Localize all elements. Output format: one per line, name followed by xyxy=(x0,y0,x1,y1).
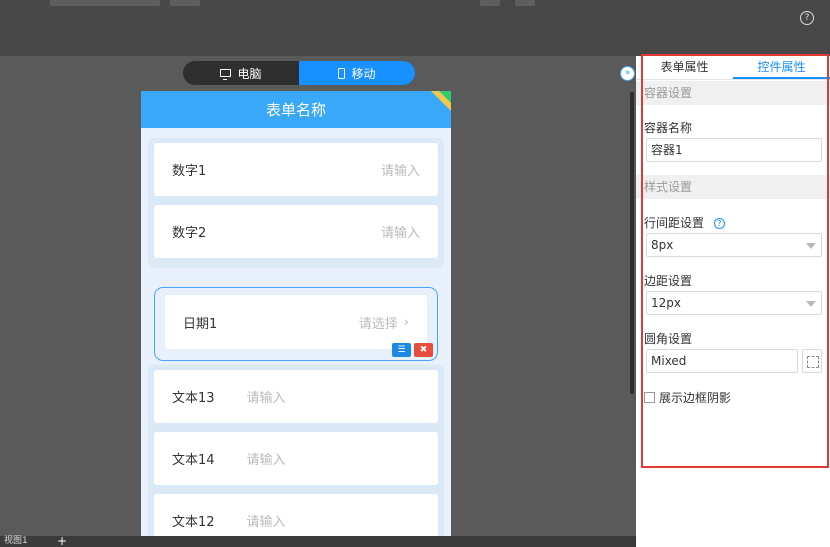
form-title: 表单名称 xyxy=(265,101,326,119)
margin-select[interactable]: 12px xyxy=(646,291,822,315)
toolbar-ghost-control[interactable] xyxy=(170,0,200,6)
form-container[interactable]: 数字1 请输入 数字2 请输入 xyxy=(148,138,444,268)
toolbar-ghost-control[interactable] xyxy=(480,0,500,6)
panel-tabs: 表单属性 控件属性 xyxy=(636,56,830,80)
tab-control-properties[interactable]: 控件属性 xyxy=(733,56,830,79)
device-switch: 电脑 移动 xyxy=(183,61,415,85)
form-title-bar: 表单名称 xyxy=(141,91,451,128)
line-spacing-label: 行间距设置 xyxy=(644,216,705,230)
monitor-icon xyxy=(220,69,232,80)
container-name-value: 容器1 xyxy=(651,143,683,157)
field-label: 文本14 xyxy=(172,453,215,468)
form-field-text12[interactable]: 文本12 请输入 xyxy=(154,494,438,541)
form-field-number1[interactable]: 数字1 请输入 xyxy=(154,143,438,196)
mobile-mode-button[interactable]: 移动 xyxy=(299,61,415,85)
tab-form-properties[interactable]: 表单属性 xyxy=(636,56,733,79)
field-placeholder: 请输入 xyxy=(380,226,420,241)
desktop-mode-button[interactable]: 电脑 xyxy=(183,61,299,85)
container-name-label: 容器名称 xyxy=(644,121,693,135)
field-label: 文本12 xyxy=(172,515,215,530)
field-placeholder: 请选择 xyxy=(358,316,398,332)
phone-icon xyxy=(338,67,346,79)
desktop-mode-label: 电脑 xyxy=(237,66,262,81)
dropdown-arrow-icon xyxy=(806,301,816,307)
container-actions: ☰ ✖ xyxy=(392,343,433,357)
radius-value: Mixed xyxy=(651,354,687,368)
field-label: 数字2 xyxy=(172,226,207,241)
style-settings-header: 样式设置 xyxy=(636,175,830,199)
form-field-text14[interactable]: 文本14 请输入 xyxy=(154,432,438,485)
help-icon[interactable]: ? xyxy=(800,11,814,25)
shadow-checkbox-row[interactable]: 展示边框阴影 xyxy=(644,389,731,406)
top-toolbar: ? xyxy=(0,0,830,56)
question-icon[interactable]: ? xyxy=(713,218,725,229)
shadow-label: 展示边框阴影 xyxy=(659,391,732,405)
form-field-text13[interactable]: 文本13 请输入 xyxy=(154,370,438,423)
radius-label: 圆角设置 xyxy=(644,332,693,346)
container-name-input[interactable]: 容器1 xyxy=(646,138,822,162)
field-label: 数字1 xyxy=(172,164,207,179)
field-placeholder: 请输入 xyxy=(246,391,286,406)
form-field-number2[interactable]: 数字2 请输入 xyxy=(154,205,438,258)
view-tab[interactable]: 视图1 xyxy=(0,536,32,547)
selected-container[interactable]: 日期1 请选择 › ☰ ✖ xyxy=(154,287,438,361)
delete-icon[interactable]: ✖ xyxy=(414,343,433,357)
chevron-right-icon: › xyxy=(403,314,409,330)
toolbar-ghost-control[interactable] xyxy=(50,0,160,6)
collapse-icon[interactable]: » xyxy=(620,66,635,81)
field-placeholder: 请输入 xyxy=(246,515,286,530)
container-settings-header: 容器设置 xyxy=(636,81,830,105)
margin-value: 12px xyxy=(651,296,681,310)
line-spacing-select[interactable]: 8px xyxy=(646,233,822,257)
add-view-button[interactable]: + xyxy=(54,535,70,547)
field-placeholder: 请输入 xyxy=(380,164,420,179)
line-spacing-value: 8px xyxy=(651,238,674,252)
expand-icon[interactable] xyxy=(802,349,822,373)
field-label: 日期1 xyxy=(183,316,218,332)
corner-decoration xyxy=(439,91,451,103)
form-field-date1[interactable]: 日期1 请选择 › xyxy=(165,295,427,349)
margin-label: 边距设置 xyxy=(644,274,693,288)
dropdown-arrow-icon xyxy=(806,243,816,249)
mobile-mode-label: 移动 xyxy=(351,66,376,81)
line-spacing-label-row: 行间距设置 ? xyxy=(644,214,725,231)
list-icon[interactable]: ☰ xyxy=(392,343,411,357)
mobile-form-preview: 表单名称 数字1 请输入 数字2 请输入 日期1 请选择 › ☰ ✖ 文本13 … xyxy=(141,91,451,541)
field-label: 文本13 xyxy=(172,391,215,406)
canvas-scrollbar[interactable] xyxy=(630,92,634,394)
form-container[interactable]: 文本13 请输入 文本14 请输入 文本12 请输入 xyxy=(148,365,444,541)
view-tabs-bar: 视图1 + xyxy=(0,535,636,547)
radius-input[interactable]: Mixed xyxy=(646,349,798,373)
shadow-checkbox[interactable] xyxy=(644,392,655,403)
field-placeholder: 请输入 xyxy=(246,453,286,468)
toolbar-ghost-control[interactable] xyxy=(515,0,535,6)
property-panel: 表单属性 控件属性 容器设置 容器名称 容器1 样式设置 行间距设置 ? 8px… xyxy=(636,56,830,547)
